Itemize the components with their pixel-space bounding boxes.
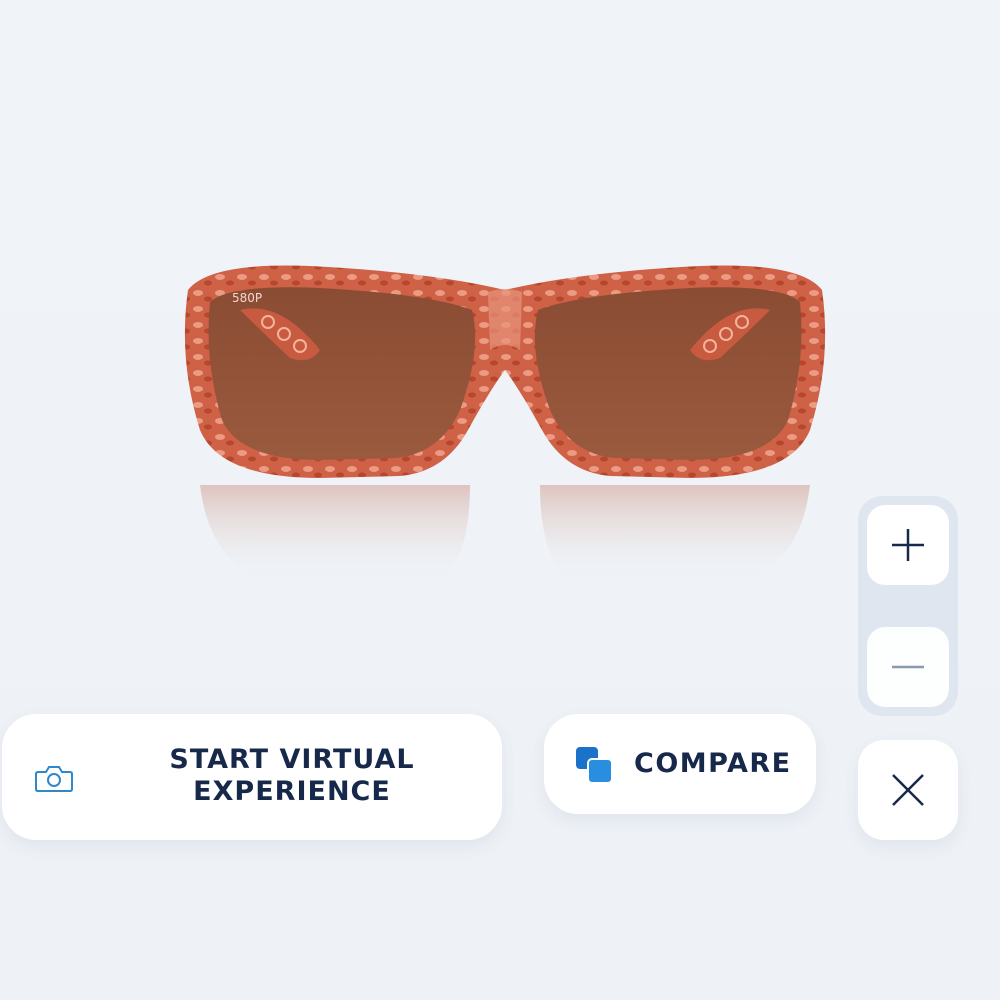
compare-icon [576,747,613,784]
start-virtual-experience-button[interactable]: START VIRTUAL EXPERIENCE [2,714,502,840]
product-viewer: 580P START VIRTUAL EXPERIENCE COMPARE [0,0,1000,1000]
zoom-controls [858,496,958,716]
camera-icon [35,766,73,792]
minus-icon [892,665,924,669]
compare-button[interactable]: COMPARE [544,714,816,814]
plus-icon [892,529,924,561]
sunglasses-image: 580P [170,240,840,600]
zoom-in-button[interactable] [867,505,949,585]
compare-label: COMPARE [634,748,792,779]
close-button[interactable] [858,740,958,840]
start-virtual-experience-label: START VIRTUAL EXPERIENCE [169,744,415,807]
zoom-out-button[interactable] [867,627,949,707]
close-icon [892,774,924,806]
lens-etching: 580P [232,291,262,305]
sunglasses-illustration: 580P [184,265,826,585]
